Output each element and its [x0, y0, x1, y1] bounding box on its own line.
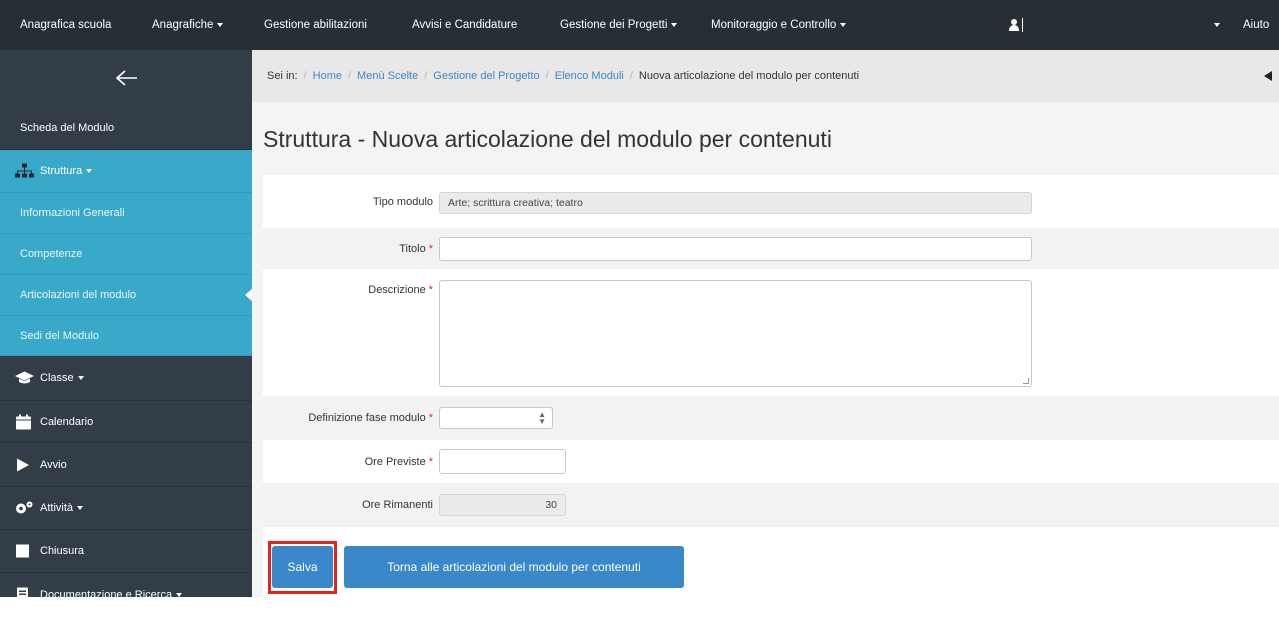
form-row-fase-modulo: Definizione fase modulo * ▲ ▼	[263, 396, 1279, 440]
sidebar-item-sedi-modulo[interactable]: Sedi del Modulo	[0, 316, 252, 356]
caret-down-icon	[217, 22, 224, 27]
ore-previste-input[interactable]	[439, 449, 566, 474]
nav-gestione-progetti[interactable]: Gestione dei Progetti	[560, 0, 678, 50]
nav-avvisi-candidature[interactable]: Avvisi e Candidature	[412, 0, 517, 50]
form-row-titolo: Titolo *	[263, 228, 1279, 269]
play-icon	[17, 458, 29, 471]
nav-gestione-abilitazioni[interactable]: Gestione abilitazioni	[264, 0, 367, 50]
caret-down-icon	[77, 376, 84, 380]
resize-handle-icon[interactable]	[1023, 378, 1029, 384]
book-icon	[17, 587, 28, 603]
user-icon[interactable]	[1009, 19, 1019, 31]
caret-down-icon	[840, 22, 847, 27]
fase-modulo-label: Definizione fase modulo *	[308, 412, 433, 424]
breadcrumb-menu-scelte-link[interactable]: Menù Scelte	[357, 70, 418, 82]
form-row-descrizione: Descrizione *	[263, 269, 1279, 396]
caret-down-icon	[671, 22, 678, 27]
breadcrumb: Sei in: / Home / Menù Scelte / Gestione …	[252, 50, 1279, 102]
sidebar-item-classe[interactable]: Classe	[0, 356, 252, 401]
tipo-modulo-label: Tipo modulo	[372, 195, 433, 208]
breadcrumb-separator: /	[303, 70, 307, 82]
caret-down-icon	[176, 593, 183, 597]
descrizione-label: Descrizione *	[368, 284, 433, 296]
user-name-redacted[interactable]	[1027, 13, 1214, 37]
caret-down-icon	[1214, 22, 1220, 27]
breadcrumb-prefix: Sei in:	[267, 70, 298, 82]
breadcrumb-current: Nuova articolazione del modulo per conte…	[638, 70, 860, 82]
nav-anagrafica-scuola[interactable]: Anagrafica scuola	[20, 0, 111, 50]
user-menu-caret[interactable]	[1210, 0, 1220, 50]
sidebar-item-documentazione-ricerca[interactable]: Documentazione e Ricerca	[0, 573, 252, 617]
sidebar: Scheda del Modulo Struttura Informazioni…	[0, 50, 253, 603]
ore-previste-label: Ore Previste *	[364, 455, 433, 468]
form-row-tipo-modulo: Tipo modulo Arte; scrittura creativa; te…	[263, 175, 1279, 228]
calendar-icon	[16, 414, 31, 429]
save-button-highlight	[268, 541, 337, 594]
fase-modulo-select[interactable]: ▲ ▼	[439, 407, 553, 429]
breadcrumb-home-link[interactable]: Home	[313, 70, 342, 82]
ore-rimanenti-label: Ore Rimanenti	[362, 499, 433, 511]
sidebar-item-articolazioni-modulo[interactable]: Articolazioni del modulo	[0, 275, 253, 316]
nav-anagrafiche[interactable]: Anagrafiche	[152, 0, 224, 50]
stop-icon	[16, 544, 29, 558]
caret-down-icon	[86, 169, 93, 173]
collapse-arrow-icon[interactable]	[1264, 71, 1272, 81]
descrizione-textarea[interactable]	[439, 280, 1032, 387]
breadcrumb-separator: /	[424, 70, 428, 82]
main-content: Sei in: / Home / Menù Scelte / Gestione …	[252, 50, 1279, 597]
breadcrumb-separator: /	[347, 70, 352, 82]
sidebar-back-button[interactable]	[0, 50, 252, 107]
breadcrumb-elenco-moduli-link[interactable]: Elenco Moduli	[555, 70, 624, 82]
sidebar-item-chiusura[interactable]: Chiusura	[0, 530, 252, 573]
sidebar-item-calendario[interactable]: Calendario	[0, 401, 252, 443]
breadcrumb-separator: /	[545, 70, 549, 82]
caret-down-icon	[77, 506, 84, 510]
form-panel: Tipo modulo Arte; scrittura creativa; te…	[263, 175, 1279, 597]
form-row-ore-rimanenti: Ore Rimanenti 30	[263, 483, 1279, 527]
nav-help[interactable]: Aiuto	[1243, 0, 1269, 50]
breadcrumb-gestione-progetto-link[interactable]: Gestione del Progetto	[433, 70, 539, 82]
cogs-icon	[16, 501, 33, 514]
ore-rimanenti-field: 30	[439, 494, 566, 516]
breadcrumb-separator: /	[629, 70, 633, 82]
graduation-cap-icon	[15, 371, 34, 384]
top-navbar: Anagrafica scuola Anagrafiche Gestione a…	[0, 0, 1279, 50]
nav-monitoraggio-controllo[interactable]: Monitoraggio e Controllo	[711, 0, 847, 50]
sidebar-header-scheda-modulo[interactable]: Scheda del Modulo	[0, 107, 252, 150]
text-cursor	[1022, 18, 1023, 32]
form-row-ore-previste: Ore Previste *	[263, 440, 1279, 483]
arrow-left-icon	[115, 70, 137, 86]
sidebar-item-competenze[interactable]: Competenze	[0, 234, 252, 275]
select-arrows-icon: ▲ ▼	[538, 410, 546, 426]
titolo-input[interactable]	[439, 237, 1032, 261]
titolo-label: Titolo *	[399, 242, 433, 255]
back-to-articolazioni-button[interactable]: Torna alle articolazioni del modulo per …	[344, 546, 684, 588]
sitemap-icon	[15, 163, 34, 178]
sidebar-item-attivita[interactable]: Attività	[0, 487, 252, 530]
sidebar-item-avvio[interactable]: Avvio	[0, 443, 252, 487]
page-title: Struttura - Nuova articolazione del modu…	[263, 126, 832, 152]
sidebar-item-struttura[interactable]: Struttura	[0, 150, 252, 193]
sidebar-item-informazioni-generali[interactable]: Informazioni Generali	[0, 193, 252, 234]
tipo-modulo-field: Arte; scrittura creativa; teatro	[439, 192, 1032, 214]
